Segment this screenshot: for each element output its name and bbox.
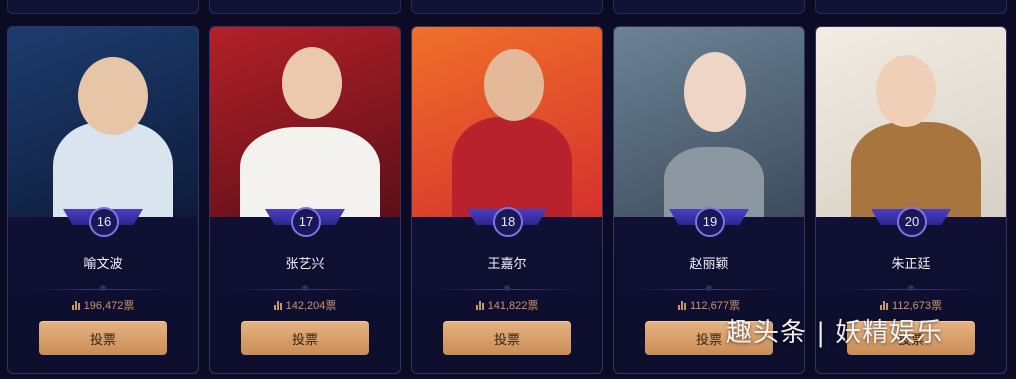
photo-figure	[664, 147, 764, 217]
vote-count: 141,822票	[412, 297, 602, 313]
divider-dot	[100, 285, 106, 291]
vote-count-text: 142,204票	[285, 300, 337, 312]
vote-count: 142,204票	[210, 297, 400, 313]
photo-figure	[851, 122, 981, 217]
bar-chart-icon	[71, 301, 81, 310]
previous-card-edge	[815, 0, 1007, 14]
photo-head	[282, 47, 342, 119]
candidate-photo[interactable]	[816, 27, 1006, 217]
bar-chart-icon	[273, 301, 283, 310]
divider-dot	[908, 285, 914, 291]
vote-count: 196,472票	[8, 297, 198, 313]
vote-count-text: 112,673票	[892, 300, 942, 312]
photo-head	[484, 49, 544, 121]
candidate-name: 张艺兴	[285, 257, 325, 272]
watermark-text: 趣头条 | 妖精娱乐	[726, 318, 944, 348]
divider-dot	[504, 285, 510, 291]
rank-badge: 16	[89, 207, 119, 237]
photo-figure	[240, 127, 380, 217]
photo-head	[876, 55, 936, 127]
bar-chart-icon	[475, 301, 485, 310]
previous-row-strip	[0, 0, 1016, 20]
photo-figure	[53, 122, 173, 217]
candidate-name: 赵丽颖	[689, 257, 729, 272]
previous-card-edge	[7, 0, 199, 14]
divider-dot	[302, 285, 308, 291]
vote-button[interactable]: 投票	[241, 321, 369, 355]
divider-dot	[706, 285, 712, 291]
previous-card-edge	[613, 0, 805, 14]
candidate-photo[interactable]	[412, 27, 602, 217]
rank-badge: 18	[493, 207, 523, 237]
candidate-name: 王嘉尔	[487, 257, 527, 272]
photo-head	[684, 52, 746, 132]
bar-chart-icon	[678, 301, 687, 310]
candidate-photo[interactable]	[210, 27, 400, 217]
candidate-card[interactable]: 16 喻文波 196,472票 投票	[7, 26, 199, 374]
photo-head	[78, 57, 148, 135]
photo-figure	[452, 117, 572, 217]
vote-button[interactable]: 投票	[39, 321, 167, 355]
rank-badge: 20	[897, 207, 927, 237]
bar-chart-icon	[880, 301, 889, 310]
rank-badge: 17	[291, 207, 321, 237]
candidate-photo[interactable]	[614, 27, 804, 217]
candidate-photo[interactable]	[8, 27, 198, 217]
candidate-name: 喻文波	[83, 257, 123, 272]
previous-card-edge	[209, 0, 401, 14]
candidate-name: 朱正廷	[891, 257, 931, 272]
vote-count: 112,673票	[816, 297, 1006, 313]
vote-count-text: 141,822票	[487, 300, 539, 312]
vote-count-text: 112,677票	[690, 300, 740, 312]
previous-card-edge	[411, 0, 603, 14]
vote-button[interactable]: 投票	[443, 321, 571, 355]
candidate-card[interactable]: 17 张艺兴 142,204票 投票	[209, 26, 401, 374]
candidate-card[interactable]: 18 王嘉尔 141,822票 投票	[411, 26, 603, 374]
vote-count: 112,677票	[614, 297, 804, 313]
vote-count-text: 196,472票	[83, 300, 135, 312]
rank-badge: 19	[695, 207, 725, 237]
